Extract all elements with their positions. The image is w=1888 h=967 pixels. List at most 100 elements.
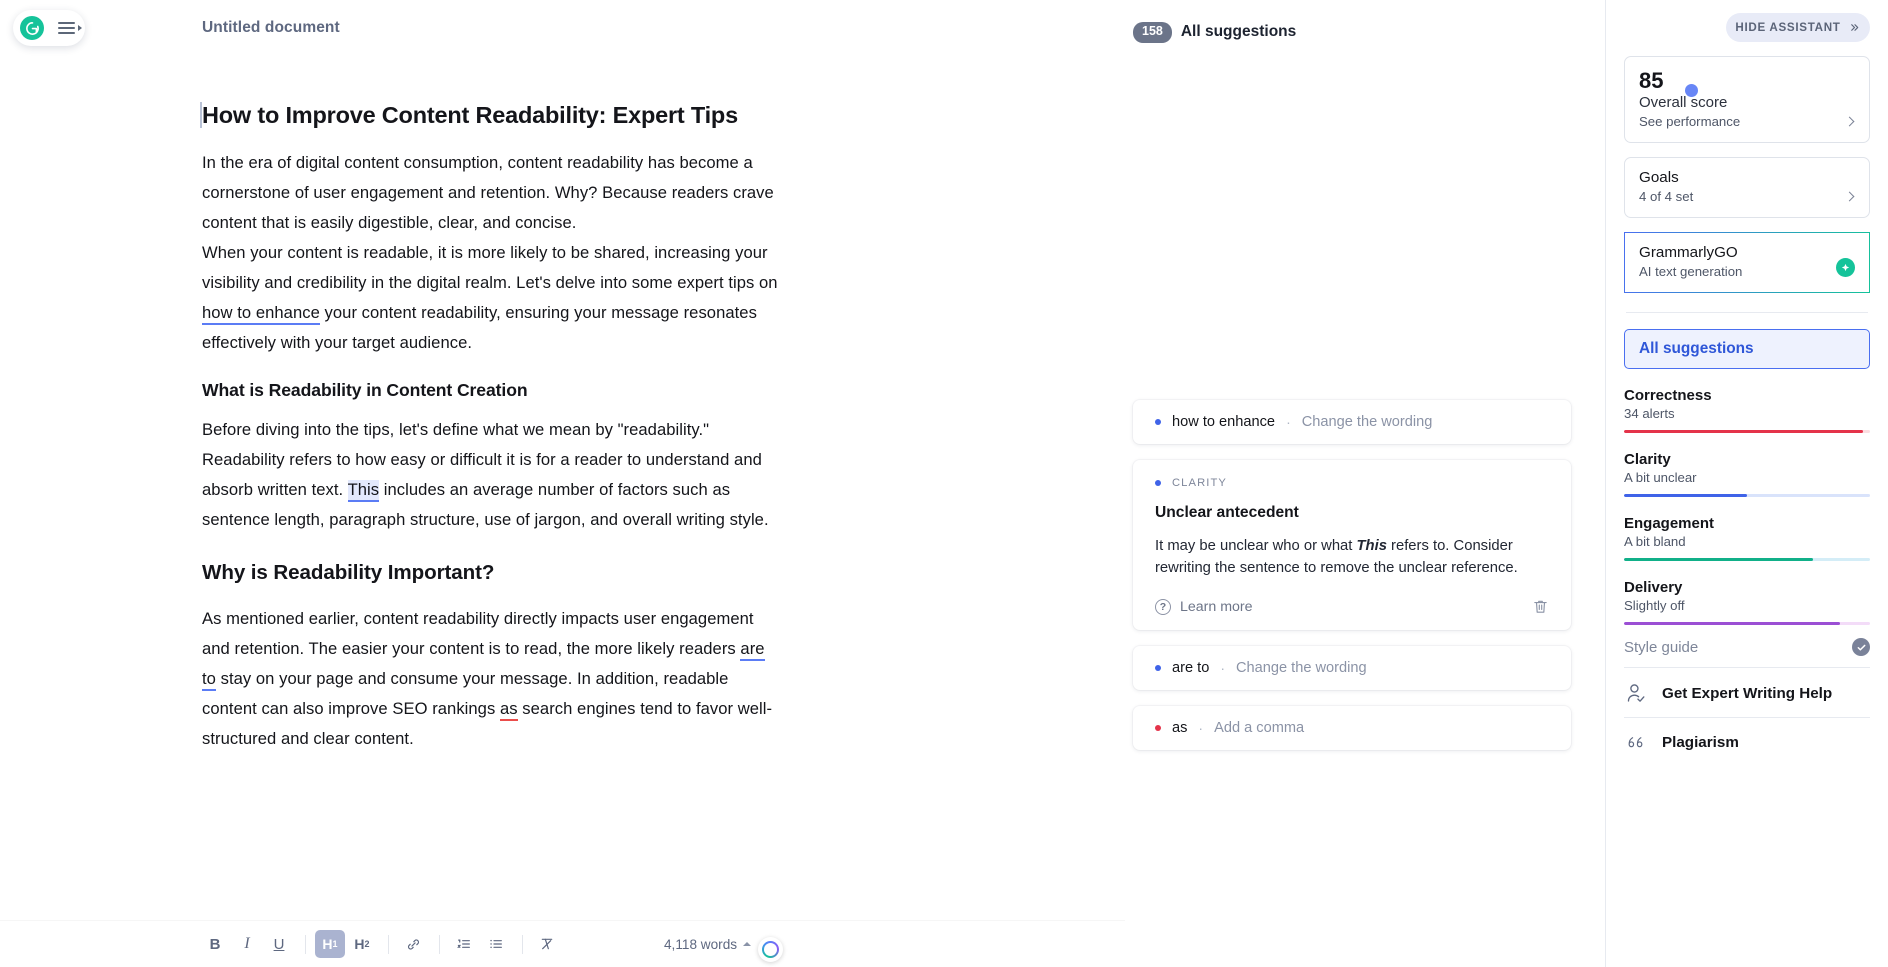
document-body[interactable]: How to Improve Content Readability: Expe… bbox=[200, 100, 782, 754]
goals-card[interactable]: Goals 4 of 4 set bbox=[1624, 157, 1870, 219]
metric-engagement[interactable]: Engagement A bit bland bbox=[1624, 515, 1870, 562]
chevron-up-icon[interactable] bbox=[743, 942, 752, 946]
metric-bar bbox=[1624, 558, 1870, 562]
formatting-toolbar: B I U H1 H2 4,118 words bbox=[0, 921, 1125, 967]
style-guide-row[interactable]: Style guide bbox=[1624, 625, 1870, 667]
suggestion-card-unclear-antecedent[interactable]: CLARITY Unclear antecedent It may be unc… bbox=[1133, 460, 1571, 630]
suggestion-card-how-to-enhance[interactable]: how to enhance · Change the wording bbox=[1133, 400, 1571, 444]
metric-value: A bit bland bbox=[1624, 534, 1686, 550]
suggestion-footer: ? Learn more bbox=[1155, 597, 1549, 618]
italic-button[interactable]: I bbox=[232, 930, 262, 958]
expert-help-label: Get Expert Writing Help bbox=[1662, 685, 1833, 703]
overall-score-value: 85 bbox=[1639, 68, 1664, 93]
overall-score-label: Overall score bbox=[1639, 94, 1728, 112]
get-expert-writing-help-row[interactable]: Get Expert Writing Help bbox=[1624, 667, 1870, 717]
document-subheading-2: Why is Readability Important? bbox=[202, 561, 495, 585]
clear-formatting-icon[interactable] bbox=[532, 930, 562, 958]
grammarly-logo-icon[interactable] bbox=[20, 16, 44, 40]
numbered-list-icon[interactable] bbox=[449, 930, 479, 958]
metric-value: A bit unclear bbox=[1624, 470, 1697, 486]
metric-bar bbox=[1624, 494, 1870, 498]
document-heading: How to Improve Content Readability: Expe… bbox=[200, 102, 738, 128]
metric-name: Delivery bbox=[1624, 579, 1683, 597]
separator: · bbox=[1198, 720, 1204, 736]
correctness-dot-icon bbox=[1155, 725, 1161, 731]
suggestion-action-text: Add a comma bbox=[1214, 720, 1305, 736]
suggestion-highlight-this[interactable]: This bbox=[347, 480, 380, 503]
suggestion-action-text: Change the wording bbox=[1301, 414, 1433, 430]
learn-more-link[interactable]: ? Learn more bbox=[1155, 598, 1253, 615]
link-icon[interactable] bbox=[398, 930, 428, 958]
heading-1-button[interactable]: H1 bbox=[315, 930, 345, 958]
suggestion-description: It may be unclear who or what This refer… bbox=[1155, 538, 1518, 576]
bold-button[interactable]: B bbox=[200, 930, 230, 958]
suggestion-card-list: how to enhance · Change the wording CLAR… bbox=[1133, 400, 1571, 766]
chevron-right-icon bbox=[1844, 191, 1855, 202]
double-chevron-right-icon bbox=[1848, 22, 1861, 33]
paragraph-1b: When your content is readable, it is mor… bbox=[202, 242, 778, 352]
hamburger-menu-icon[interactable] bbox=[58, 22, 75, 34]
goals-sub-label: 4 of 4 set bbox=[1639, 189, 1694, 205]
all-suggestions-filter-button[interactable]: All suggestions bbox=[1624, 329, 1870, 370]
underline-button[interactable]: U bbox=[264, 930, 294, 958]
see-performance-row[interactable]: See performance bbox=[1639, 114, 1855, 129]
paragraph-1a: In the era of digital content consumptio… bbox=[202, 152, 774, 232]
style-guide-label: Style guide bbox=[1624, 638, 1699, 656]
toolbar-divider bbox=[439, 934, 440, 954]
metric-clarity[interactable]: Clarity A bit unclear bbox=[1624, 451, 1870, 498]
person-check-icon bbox=[1624, 681, 1649, 706]
suggestion-card-are-to[interactable]: are to · Change the wording bbox=[1133, 646, 1571, 690]
goals-sub-row: 4 of 4 set bbox=[1639, 189, 1855, 204]
learn-more-label: Learn more bbox=[1180, 598, 1253, 615]
toolbar-divider bbox=[522, 934, 523, 954]
paragraph-3: As mentioned earlier, content readabilit… bbox=[202, 609, 773, 749]
suggestion-action-text: Change the wording bbox=[1236, 660, 1367, 676]
suggestion-underline-as[interactable]: as bbox=[499, 699, 518, 722]
metric-name: Engagement bbox=[1624, 515, 1715, 533]
plagiarism-label: Plagiarism bbox=[1662, 733, 1739, 751]
hide-assistant-button[interactable]: HIDE ASSISTANT bbox=[1726, 13, 1870, 42]
suggestion-count-badge: 158 bbox=[1133, 22, 1172, 43]
metric-value: Slightly off bbox=[1624, 598, 1685, 614]
mouse-cursor-indicator bbox=[1685, 84, 1698, 97]
text-caret bbox=[200, 102, 202, 128]
trash-icon[interactable] bbox=[1532, 597, 1549, 616]
metric-delivery[interactable]: Delivery Slightly off bbox=[1624, 579, 1870, 626]
bullet-list-icon[interactable] bbox=[481, 930, 511, 958]
grammarly-editor-app: Untitled document How to Improve Content… bbox=[0, 0, 1888, 967]
paragraph-2: Before diving into the tips, let's defin… bbox=[202, 420, 769, 530]
suggestion-category-label: CLARITY bbox=[1172, 477, 1227, 489]
page-title[interactable]: Untitled document bbox=[202, 19, 340, 37]
plagiarism-row[interactable]: Plagiarism bbox=[1624, 717, 1870, 764]
metric-correctness[interactable]: Correctness 34 alerts bbox=[1624, 387, 1870, 434]
metric-value: 34 alerts bbox=[1624, 406, 1675, 422]
toolbar-divider bbox=[305, 934, 306, 954]
separator: · bbox=[1220, 660, 1225, 676]
suggestion-underline-how-to-enhance[interactable]: how to enhance bbox=[202, 302, 320, 325]
quote-icon bbox=[1624, 731, 1649, 753]
heading-2-button[interactable]: H2 bbox=[347, 930, 377, 958]
grammarly-go-sub-row: AI text generation bbox=[1639, 264, 1855, 279]
question-mark-icon: ? bbox=[1155, 598, 1171, 615]
suggestions-header-label: All suggestions bbox=[1180, 23, 1297, 41]
document-subheading-1: What is Readability in Content Creation bbox=[202, 379, 528, 400]
grammarly-menu-pill[interactable] bbox=[13, 10, 85, 46]
grammarly-go-card[interactable]: GrammarlyGO AI text generation bbox=[1624, 232, 1870, 294]
suggestion-title: Unclear antecedent bbox=[1155, 504, 1299, 521]
separator: · bbox=[1286, 414, 1291, 430]
suggestion-target-text: how to enhance bbox=[1172, 414, 1276, 430]
metric-name: Correctness bbox=[1624, 387, 1712, 405]
suggestion-target-text: are to bbox=[1172, 660, 1210, 676]
suggestion-card-as[interactable]: as · Add a comma bbox=[1133, 706, 1571, 750]
grammarly-assistant-floating-button[interactable] bbox=[758, 937, 783, 962]
word-count[interactable]: 4,118 words bbox=[664, 937, 752, 952]
clarity-dot-icon bbox=[1155, 665, 1161, 671]
assistant-sidebar: HIDE ASSISTANT 85 Overall score See perf… bbox=[1605, 0, 1888, 967]
see-performance-label: See performance bbox=[1639, 114, 1741, 130]
suggestions-header: 158 All suggestions bbox=[1133, 22, 1296, 43]
chevron-right-icon[interactable] bbox=[78, 25, 82, 31]
overall-score-card[interactable]: 85 Overall score See performance bbox=[1624, 56, 1870, 144]
metric-bar bbox=[1624, 430, 1870, 434]
assistant-ring-icon bbox=[762, 941, 779, 958]
grammarly-go-title: GrammarlyGO bbox=[1639, 244, 1738, 262]
